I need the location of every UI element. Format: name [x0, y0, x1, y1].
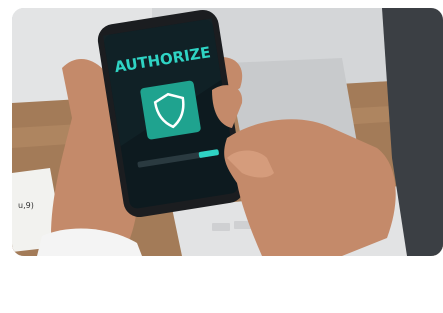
shield-tile	[140, 80, 201, 140]
photo-card: u,9) AUTHORIZE	[12, 8, 443, 256]
authorize-photo: u,9) AUTHORIZE	[12, 8, 443, 256]
paper-note-text: u,9)	[18, 201, 34, 210]
